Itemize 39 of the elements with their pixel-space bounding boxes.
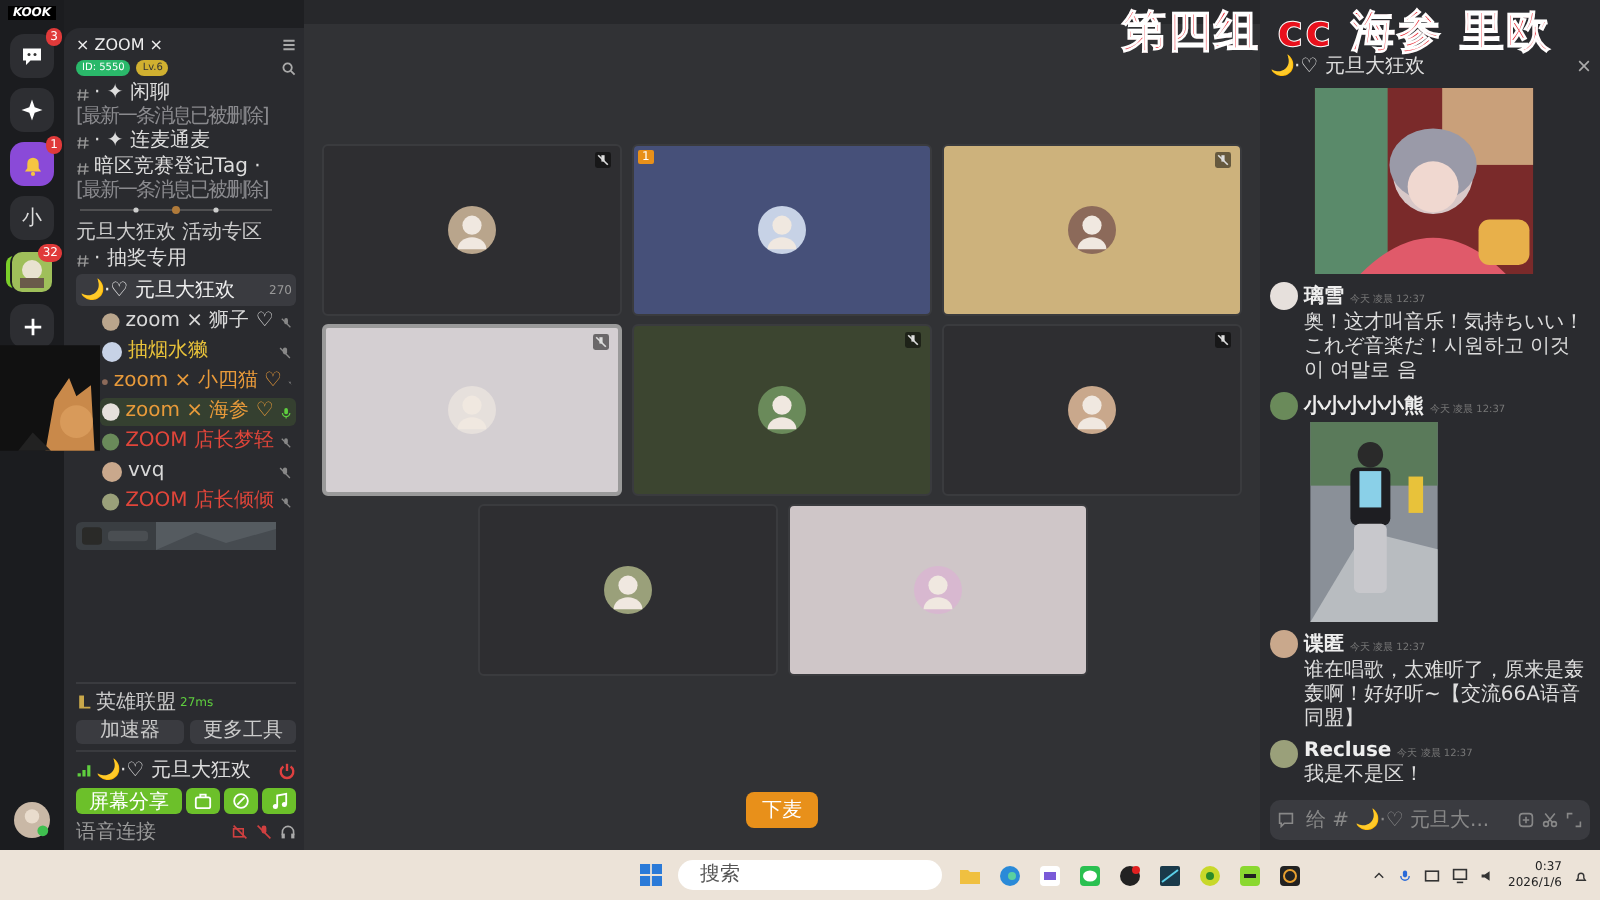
- user-name: 抽烟水獭: [128, 340, 210, 364]
- channel-name[interactable]: · ✦ 闲聊: [94, 82, 170, 106]
- message-text: 谁在唱歌，太难听了，原来是轰轰啊！好好听~【交流66A语音同盟】: [1304, 660, 1586, 732]
- composer-bar[interactable]: 给 # 🌙·♡ 元旦大...: [1270, 800, 1590, 840]
- user-name: ZOOM 店长梦轻: [125, 430, 274, 454]
- message-text: 我是不是区！: [1304, 764, 1426, 788]
- tool-button[interactable]: 更多工具: [189, 720, 296, 744]
- voice-settings-label[interactable]: 语音连接: [76, 818, 156, 846]
- stream-caption: 第四组 cc 海参 里欧: [1121, 6, 1552, 58]
- connected-channel: 🌙·♡ 元旦大狂欢: [96, 756, 251, 784]
- channel-name[interactable]: · 抽奖专用: [94, 248, 187, 272]
- message-text: 奥！这才叫音乐！気持ちいい！これぞ音楽だ！시원하고 이것이 여말로 음: [1304, 312, 1586, 384]
- author-name[interactable]: 小小小小小熊: [1304, 392, 1424, 420]
- author-name[interactable]: 璃雪: [1304, 282, 1344, 310]
- channel-name: 🌙·♡ 元旦大狂欢: [80, 276, 237, 304]
- category-header[interactable]: 元旦大狂欢 活动专区: [76, 218, 296, 246]
- channel-name[interactable]: 暗区竞赛登记Tag ·: [94, 156, 261, 180]
- chat-title: 🌙·♡ 元旦大狂欢: [1270, 54, 1425, 80]
- voice-user[interactable]: zoom × 狮子 ♡: [100, 308, 296, 336]
- message-preview: [最新一条消息已被删除]: [76, 106, 270, 128]
- voice-user[interactable]: zoom × 海参 ♡: [100, 398, 296, 426]
- author-name[interactable]: 谍匿: [1304, 630, 1344, 658]
- user-name: zoom × 狮子 ♡: [125, 310, 274, 334]
- message-preview: [最新一条消息已被删除]: [76, 180, 270, 202]
- user-name: ZOOM 店长倾倾: [125, 490, 274, 514]
- user-name: vvq: [128, 460, 167, 484]
- user-name: zoom × 海参 ♡: [125, 400, 274, 424]
- tool-button[interactable]: 加速器: [76, 720, 183, 744]
- server-name[interactable]: × ZOOM ×: [76, 36, 276, 54]
- voice-user[interactable]: zoom × 小四猫 ♡: [100, 368, 296, 396]
- taskbar-search-bar[interactable]: 搜索: [678, 860, 942, 890]
- game-name: 英雄联盟: [96, 689, 176, 716]
- voice-user[interactable]: 抽烟水獭: [100, 338, 296, 366]
- user-name: zoom × 小四猫 ♡: [113, 370, 282, 394]
- author-name[interactable]: Recluse: [1304, 740, 1392, 762]
- voice-user[interactable]: vvq: [100, 458, 296, 486]
- channel-name[interactable]: · ✦ 连麦通麦: [94, 130, 210, 154]
- message-input-field[interactable]: 给 # 🌙·♡ 元旦大...: [1302, 807, 1510, 833]
- server-icon[interactable]: 小: [10, 196, 54, 240]
